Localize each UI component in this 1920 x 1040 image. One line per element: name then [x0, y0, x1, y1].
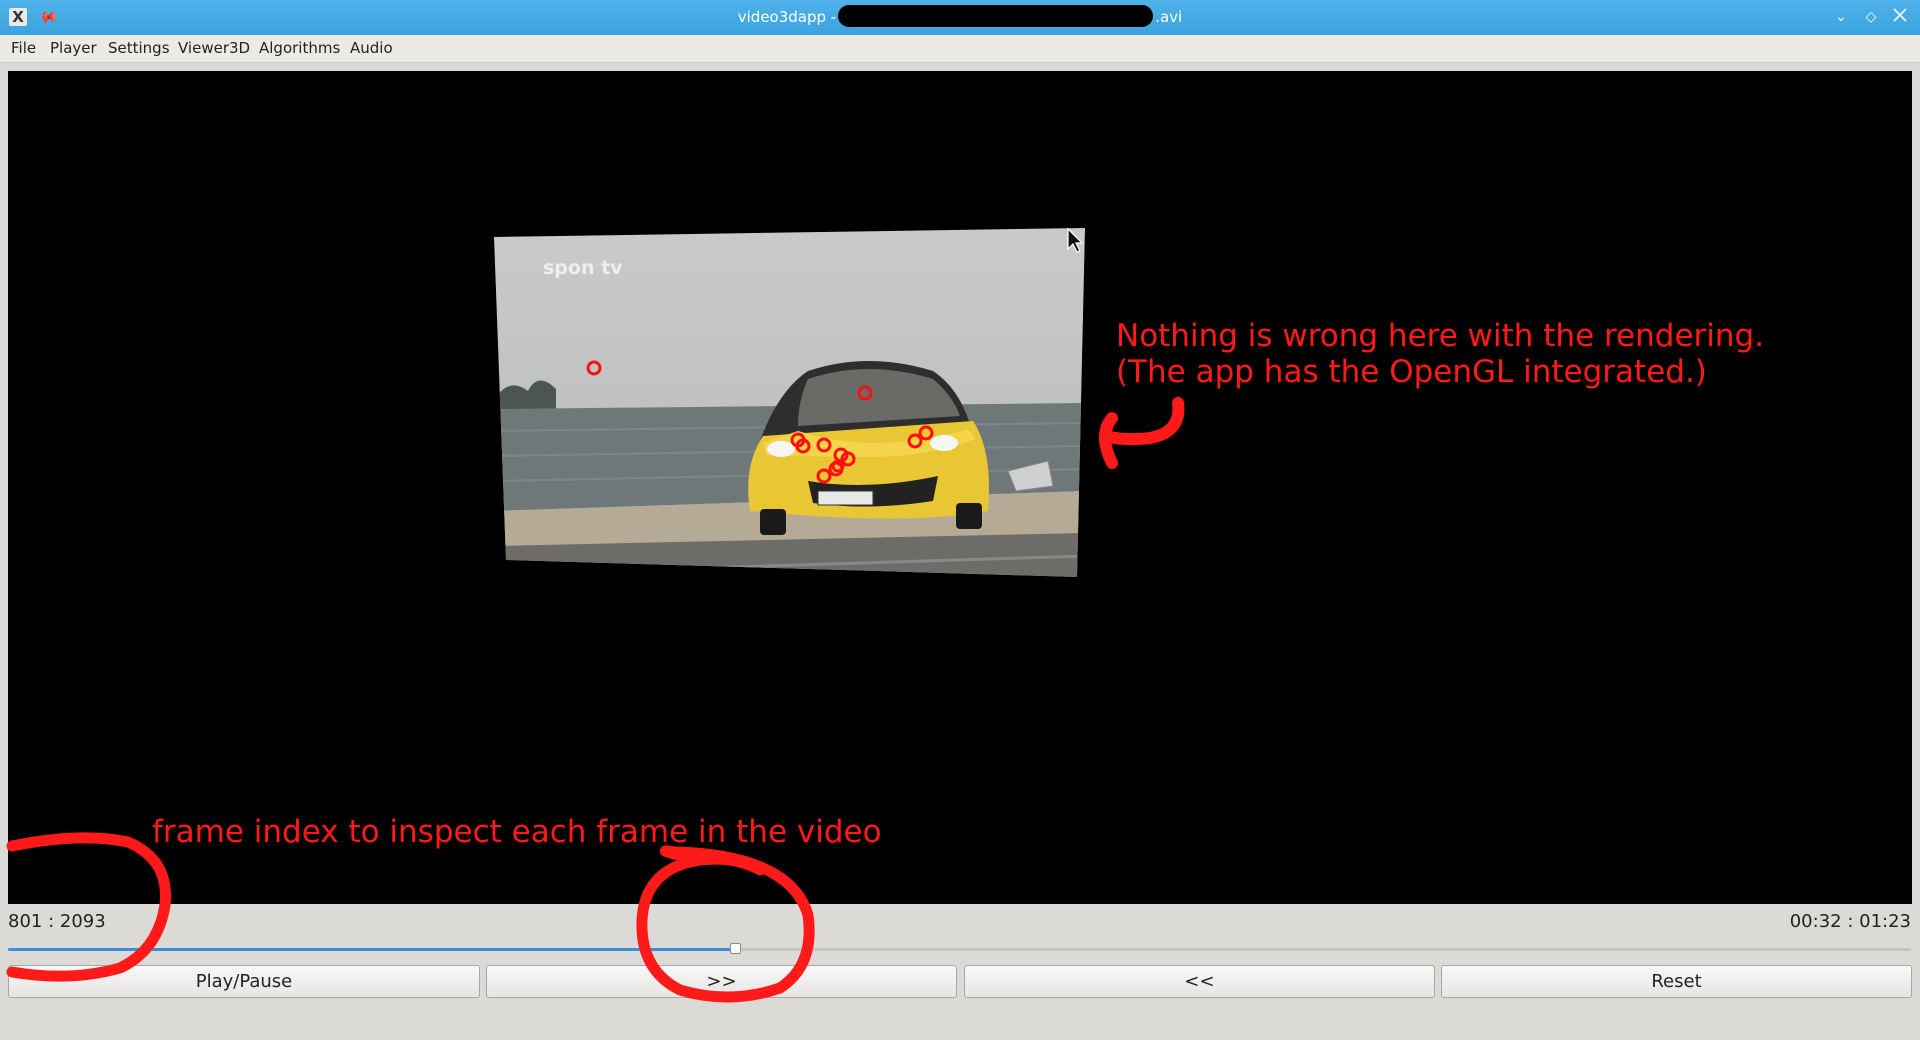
play-pause-button[interactable]: Play/Pause [8, 965, 480, 998]
video-watermark: spon tv [543, 257, 623, 279]
window-title-prefix: video3dapp - [737, 8, 837, 26]
menu-viewer3d[interactable]: Viewer3D [178, 35, 250, 62]
menu-audio[interactable]: Audio [350, 35, 393, 62]
menu-bar: File Player Settings Viewer3D Algorithms… [0, 35, 1920, 63]
forward-button[interactable]: >> [486, 965, 957, 998]
redacted-filename [838, 5, 1154, 27]
frame-counter: 801 : 2093 [8, 911, 106, 932]
slider-fill [8, 948, 735, 951]
back-button[interactable]: << [964, 965, 1435, 998]
title-bar: X 📌 video3dapp - .avi ⌄ ◇ [0, 0, 1920, 35]
frame-slider[interactable] [8, 940, 1911, 958]
video-frame-scene: spon tv [494, 227, 1085, 577]
window-title: video3dapp - .avi [0, 0, 1920, 35]
maximize-icon[interactable]: ◇ [1861, 7, 1881, 27]
menu-player[interactable]: Player [50, 35, 97, 62]
close-icon[interactable] [1890, 7, 1910, 27]
video-frame: spon tv [494, 228, 1085, 577]
opengl-viewport[interactable]: spon tv [8, 71, 1912, 904]
menu-file[interactable]: File [11, 35, 36, 62]
time-counter: 00:32 : 01:23 [1789, 911, 1911, 932]
reset-button[interactable]: Reset [1441, 965, 1912, 998]
menu-algorithms[interactable]: Algorithms [259, 35, 340, 62]
slider-handle[interactable] [730, 943, 741, 954]
menu-settings[interactable]: Settings [108, 35, 170, 62]
minimize-icon[interactable]: ⌄ [1831, 7, 1851, 27]
window-title-suffix: .avi [1155, 8, 1183, 26]
